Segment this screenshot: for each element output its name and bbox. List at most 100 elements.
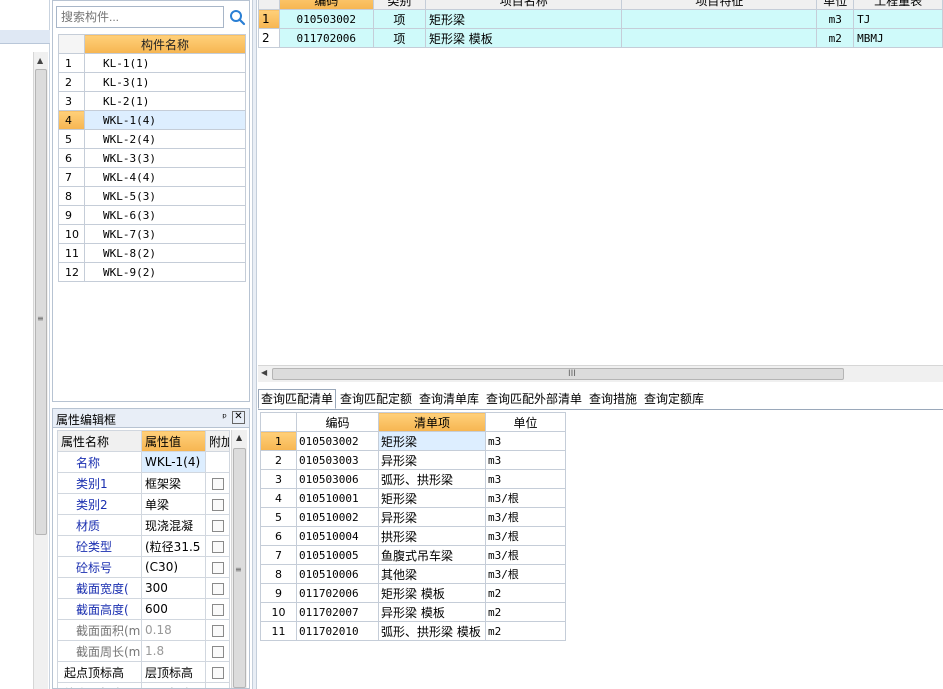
query-tab[interactable]: 查询匹配外部清单 xyxy=(484,390,584,410)
matched-unit-cell[interactable]: m3/根 xyxy=(485,564,566,584)
append-checkbox[interactable] xyxy=(211,477,224,490)
matched-bill-row[interactable]: 9 011702006 矩形梁 模板 m2 xyxy=(260,583,566,603)
matched-code-cell[interactable]: 011702010 xyxy=(296,621,379,641)
property-value-cell[interactable]: 600 xyxy=(141,598,206,620)
component-row[interactable]: 12 WKL-9(2) xyxy=(58,262,246,282)
property-value-cell[interactable]: (C30) xyxy=(141,556,206,578)
property-value-cell[interactable]: 300 xyxy=(141,577,206,599)
bill-column-header[interactable] xyxy=(258,0,280,10)
property-value-cell[interactable]: 现浇混凝 xyxy=(141,514,206,536)
bill-column-header[interactable]: 单位 xyxy=(816,0,855,10)
matched-bill-row[interactable]: 11 011702010 弧形、拱形梁 模板 m2 xyxy=(260,621,566,641)
matched-bill-row[interactable]: 6 010510004 拱形梁 m3/根 xyxy=(260,526,566,546)
property-extra-header[interactable]: 附加 xyxy=(205,430,230,452)
component-row[interactable]: 3 KL-2(1) xyxy=(58,91,246,111)
matched-bill-row[interactable]: 10 011702007 异形梁 模板 m2 xyxy=(260,602,566,622)
matched-bill-row[interactable]: 7 010510005 鱼腹式吊车梁 m3/根 xyxy=(260,545,566,565)
bill-column-header[interactable]: 项目名称 xyxy=(424,0,623,10)
scroll-up-arrow-icon[interactable]: ▲ xyxy=(37,56,43,65)
left-strip-scrollbar[interactable]: ▲ ≡ xyxy=(33,52,48,689)
component-name-cell[interactable]: KL-2(1) xyxy=(84,91,246,111)
matched-bill-row[interactable]: 3 010503006 弧形、拱形梁 m3 xyxy=(260,469,566,489)
component-row[interactable]: 6 WKL-3(3) xyxy=(58,148,246,168)
bill-feature-cell[interactable] xyxy=(621,28,818,48)
bill-column-header[interactable]: 项目特征 xyxy=(621,0,818,10)
matched-item-cell[interactable]: 异形梁 xyxy=(378,450,486,470)
matched-code-cell[interactable]: 010510002 xyxy=(296,507,379,527)
matched-unit-cell[interactable]: m2 xyxy=(485,602,566,622)
append-checkbox[interactable] xyxy=(211,582,224,595)
bill-code-cell[interactable]: 010503002 xyxy=(278,9,374,29)
left-strip-scroll-thumb[interactable] xyxy=(35,69,47,535)
close-icon[interactable]: ✕ xyxy=(232,411,245,424)
property-row[interactable]: 截面宽度(300 xyxy=(57,577,230,599)
property-row[interactable]: 截面周长(m 1.8 xyxy=(57,640,230,662)
matched-item-cell[interactable]: 异形梁 模板 xyxy=(378,602,486,622)
property-value-cell[interactable]: 层顶标高 xyxy=(141,661,206,683)
matched-item-cell[interactable]: 矩形梁 模板 xyxy=(378,583,486,603)
matched-code-cell[interactable]: 010510006 xyxy=(296,564,379,584)
component-name-header[interactable]: 构件名称 xyxy=(84,34,246,54)
component-name-cell[interactable]: WKL-7(3) xyxy=(84,224,246,244)
matched-code-cell[interactable]: 011702006 xyxy=(296,583,379,603)
matched-column-header[interactable] xyxy=(260,412,297,432)
append-checkbox[interactable] xyxy=(211,540,224,553)
property-value-cell[interactable]: 框架梁 xyxy=(141,472,206,494)
component-name-cell[interactable]: WKL-8(2) xyxy=(84,243,246,263)
append-checkbox[interactable] xyxy=(211,498,224,511)
query-tab[interactable]: 查询匹配清单 xyxy=(258,389,337,409)
matched-code-cell[interactable]: 010510001 xyxy=(296,488,379,508)
bill-unit-cell[interactable]: m3 xyxy=(816,9,855,29)
matched-unit-cell[interactable]: m3 xyxy=(485,431,566,451)
matched-code-cell[interactable]: 010510004 xyxy=(296,526,379,546)
scroll-up-arrow-icon[interactable]: ▲ xyxy=(236,433,242,442)
matched-code-cell[interactable]: 010503006 xyxy=(296,469,379,489)
bill-code-cell[interactable]: 011702006 xyxy=(278,28,374,48)
matched-item-cell[interactable]: 异形梁 xyxy=(378,507,486,527)
component-row[interactable]: 1 KL-1(1) xyxy=(58,53,246,73)
matched-code-cell[interactable]: 010503003 xyxy=(296,450,379,470)
component-name-cell[interactable]: WKL-3(3) xyxy=(84,148,246,168)
query-tab[interactable]: 查询定额库 xyxy=(642,390,706,410)
component-name-cell[interactable]: WKL-1(4) xyxy=(84,110,246,130)
property-row[interactable]: 砼标号 (C30) xyxy=(57,556,230,578)
matched-column-header[interactable]: 单位 xyxy=(485,412,566,432)
component-name-cell[interactable]: WKL-9(2) xyxy=(84,262,246,282)
property-row[interactable]: 类别2 单梁 xyxy=(57,493,230,515)
bill-qty-cell[interactable]: MBMJ xyxy=(853,28,943,48)
property-name-header[interactable]: 属性名称 xyxy=(57,430,142,452)
query-tab[interactable]: 查询清单库 xyxy=(417,390,481,410)
query-tab[interactable]: 查询匹配定额 xyxy=(338,390,414,410)
property-row[interactable]: 材质 现浇混凝 xyxy=(57,514,230,536)
property-value-cell[interactable]: 层顶标高 xyxy=(141,682,206,688)
panel-splitter[interactable] xyxy=(252,0,257,689)
property-value-cell[interactable]: 1.8 xyxy=(141,640,206,662)
matched-column-header[interactable]: 清单项 xyxy=(378,412,486,432)
append-checkbox[interactable] xyxy=(211,603,224,616)
matched-item-cell[interactable]: 矩形梁 xyxy=(378,431,486,451)
property-row[interactable]: 名称 WKL-1(4) xyxy=(57,451,230,473)
matched-item-cell[interactable]: 其他梁 xyxy=(378,564,486,584)
property-value-cell[interactable]: 0.18 xyxy=(141,619,206,641)
matched-unit-cell[interactable]: m3/根 xyxy=(485,507,566,527)
component-name-cell[interactable]: KL-1(1) xyxy=(84,53,246,73)
bill-column-header[interactable]: 工程量表 xyxy=(853,0,943,10)
component-row[interactable]: 8 WKL-5(3) xyxy=(58,186,246,206)
component-name-cell[interactable]: WKL-4(4) xyxy=(84,167,246,187)
component-row[interactable]: 10 WKL-7(3) xyxy=(58,224,246,244)
bill-type-cell[interactable]: 项 xyxy=(372,9,426,29)
matched-code-cell[interactable]: 010510005 xyxy=(296,545,379,565)
component-row[interactable]: 9 WKL-6(3) xyxy=(58,205,246,225)
matched-unit-cell[interactable]: m3 xyxy=(485,469,566,489)
matched-bill-row[interactable]: 5 010510002 异形梁 m3/根 xyxy=(260,507,566,527)
property-value-header[interactable]: 属性值 xyxy=(141,430,206,452)
component-name-cell[interactable]: KL-3(1) xyxy=(84,72,246,92)
component-search-input[interactable] xyxy=(56,6,224,28)
component-row[interactable]: 4 WKL-1(4) xyxy=(58,110,246,130)
component-name-cell[interactable]: WKL-5(3) xyxy=(84,186,246,206)
scroll-left-arrow-icon[interactable]: ◀ xyxy=(261,368,267,377)
matched-column-header[interactable]: 编码 xyxy=(296,412,379,432)
component-name-cell[interactable]: WKL-6(3) xyxy=(84,205,246,225)
search-button[interactable] xyxy=(227,6,247,28)
component-row[interactable]: 11 WKL-8(2) xyxy=(58,243,246,263)
